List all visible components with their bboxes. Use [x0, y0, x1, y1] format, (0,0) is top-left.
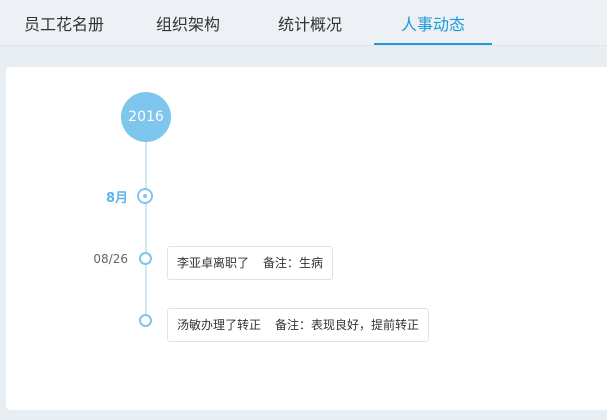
timeline-line [145, 135, 147, 325]
tab-org-structure[interactable]: 组织架构 [134, 0, 242, 46]
tab-employee-roster[interactable]: 员工花名册 [10, 0, 118, 46]
month-label: 8月 [105, 191, 128, 206]
tab-bar: 员工花名册 组织架构 统计概况 人事动态 [0, 0, 607, 46]
event-card: 李亚卓离职了 备注：生病 [167, 246, 334, 280]
event-note: 备注：表现良好，提前转正 [275, 318, 420, 332]
month-marker-icon [137, 188, 153, 204]
tab-personnel-updates[interactable]: 人事动态 [374, 0, 492, 46]
year-badge: 2016 [121, 92, 171, 142]
event-text: 李亚卓离职了 [177, 256, 250, 270]
active-tab-indicator [374, 43, 492, 45]
event-note: 备注：生病 [263, 256, 324, 270]
event-marker-icon [139, 252, 152, 265]
event-text: 汤敏办理了转正 [177, 318, 262, 332]
event-marker-icon [139, 314, 152, 327]
tab-statistics[interactable]: 统计概况 [256, 0, 364, 46]
timeline-card [6, 67, 607, 410]
event-date: 08/26 [93, 252, 128, 266]
event-card: 汤敏办理了转正 备注：表现良好，提前转正 [167, 308, 430, 342]
